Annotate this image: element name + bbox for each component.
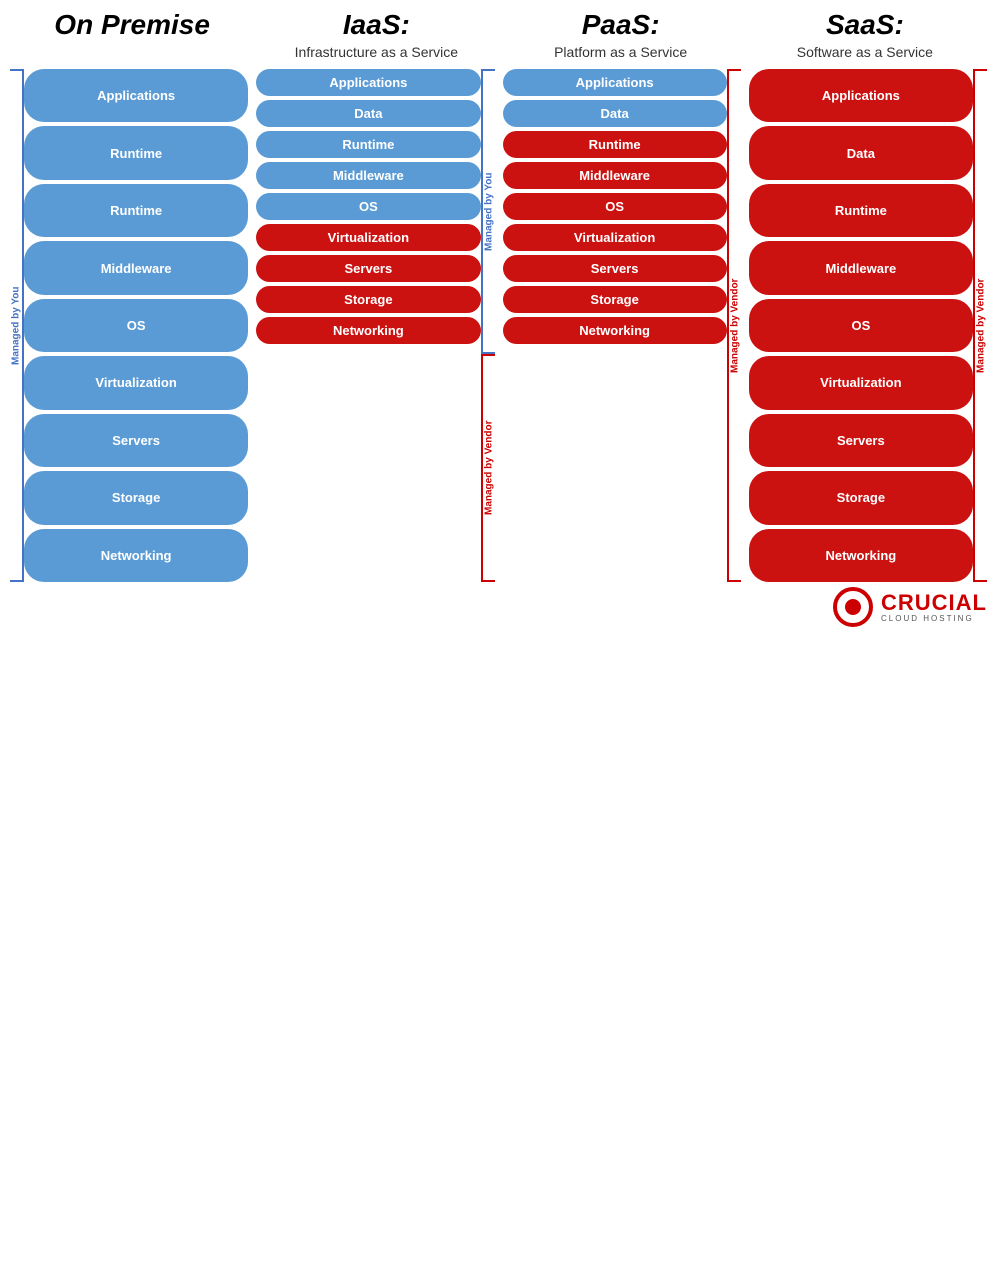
paas-title: PaaS: bbox=[504, 10, 738, 41]
crucial-logo: CRUCIAL CLOUD HOSTING bbox=[833, 587, 987, 627]
pill-servers-0: Servers bbox=[24, 414, 248, 467]
paas-subtitle: Platform as a Service bbox=[504, 43, 738, 61]
pill-applications-3: Applications bbox=[749, 69, 973, 122]
header-saas: SaaS: Software as a Service bbox=[743, 10, 987, 61]
pill-os-2: OS bbox=[503, 193, 727, 220]
crucial-circle-icon bbox=[833, 587, 873, 627]
column-paas: Applications Data Runtime Middleware OS … bbox=[503, 69, 741, 582]
columns-row: Managed by You Applications Runtime Runt… bbox=[10, 69, 987, 632]
pill-os-1: OS bbox=[256, 193, 480, 220]
on-premise-title: On Premise bbox=[15, 10, 249, 41]
pill-applications-0: Applications bbox=[24, 69, 248, 122]
column-on-premise: Managed by You Applications Runtime Runt… bbox=[10, 69, 248, 582]
crucial-circle-inner bbox=[845, 599, 861, 615]
column-iaas: Applications Data Runtime Middleware OS … bbox=[256, 69, 494, 582]
pill-servers-3: Servers bbox=[749, 414, 973, 467]
pill-middleware-0: Middleware bbox=[24, 241, 248, 294]
crucial-text-block: CRUCIAL CLOUD HOSTING bbox=[881, 592, 987, 623]
pill-runtime-0a: Runtime bbox=[24, 126, 248, 179]
pill-servers-2: Servers bbox=[503, 255, 727, 282]
pill-networking-0: Networking bbox=[24, 529, 248, 582]
header-on-premise: On Premise bbox=[10, 10, 254, 61]
pill-data-2: Data bbox=[503, 100, 727, 127]
pill-storage-1: Storage bbox=[256, 286, 480, 313]
pill-applications-2: Applications bbox=[503, 69, 727, 96]
pill-servers-1: Servers bbox=[256, 255, 480, 282]
pill-runtime-3: Runtime bbox=[749, 184, 973, 237]
bottom-bar: CRUCIAL CLOUD HOSTING bbox=[797, 582, 997, 632]
pill-virtualization-1: Virtualization bbox=[256, 224, 480, 251]
pill-virtualization-3: Virtualization bbox=[749, 356, 973, 409]
iaas-subtitle: Infrastructure as a Service bbox=[259, 43, 493, 61]
crucial-brand-text: CRUCIAL bbox=[881, 592, 987, 614]
pill-storage-3: Storage bbox=[749, 471, 973, 524]
pill-data-1: Data bbox=[256, 100, 480, 127]
paas-pills: Applications Data Runtime Middleware OS … bbox=[503, 69, 727, 582]
iaas-managed-by-you-label: Managed by You bbox=[481, 69, 495, 354]
headers-row: On Premise IaaS: Infrastructure as a Ser… bbox=[10, 10, 987, 61]
pill-os-0: OS bbox=[24, 299, 248, 352]
header-iaas: IaaS: Infrastructure as a Service bbox=[254, 10, 498, 61]
saas-pills: Applications Data Runtime Middleware OS … bbox=[749, 69, 973, 582]
pill-virtualization-2: Virtualization bbox=[503, 224, 727, 251]
pill-middleware-1: Middleware bbox=[256, 162, 480, 189]
saas-title: SaaS: bbox=[748, 10, 982, 41]
pill-networking-3: Networking bbox=[749, 529, 973, 582]
pill-os-3: OS bbox=[749, 299, 973, 352]
iaas-blue-segment: Applications Data Runtime Middleware OS bbox=[256, 69, 480, 220]
header-paas: PaaS: Platform as a Service bbox=[499, 10, 743, 61]
pill-storage-0: Storage bbox=[24, 471, 248, 524]
iaas-pills: Applications Data Runtime Middleware OS … bbox=[256, 69, 480, 582]
pill-middleware-3: Middleware bbox=[749, 241, 973, 294]
main-container: On Premise IaaS: Infrastructure as a Ser… bbox=[0, 0, 997, 632]
pill-middleware-2: Middleware bbox=[503, 162, 727, 189]
pill-networking-2: Networking bbox=[503, 317, 727, 344]
iaas-title: IaaS: bbox=[259, 10, 493, 41]
pill-data-3: Data bbox=[749, 126, 973, 179]
iaas-managed-by-vendor-label: Managed by Vendor bbox=[481, 354, 495, 582]
pill-storage-2: Storage bbox=[503, 286, 727, 313]
column-saas: Applications Data Runtime Middleware OS … bbox=[749, 69, 987, 582]
pill-applications-1: Applications bbox=[256, 69, 480, 96]
pill-runtime-2: Runtime bbox=[503, 131, 727, 158]
saas-subtitle: Software as a Service bbox=[748, 43, 982, 61]
crucial-sub-text: CLOUD HOSTING bbox=[881, 614, 974, 623]
paas-red-segment: Runtime Middleware OS Virtualization Ser… bbox=[503, 131, 727, 344]
saas-managed-by-vendor-label: Managed by Vendor bbox=[973, 69, 987, 582]
pill-runtime-1: Runtime bbox=[256, 131, 480, 158]
pill-networking-1: Networking bbox=[256, 317, 480, 344]
on-premise-pills: Applications Runtime Runtime Middleware … bbox=[24, 69, 248, 582]
pill-runtime-0b: Runtime bbox=[24, 184, 248, 237]
iaas-red-segment: Virtualization Servers Storage Networkin… bbox=[256, 224, 480, 344]
on-premise-left-label: Managed by You bbox=[10, 69, 24, 582]
paas-blue-segment: Applications Data bbox=[503, 69, 727, 127]
pill-virtualization-0: Virtualization bbox=[24, 356, 248, 409]
paas-managed-by-vendor-label: Managed by Vendor bbox=[727, 69, 741, 582]
